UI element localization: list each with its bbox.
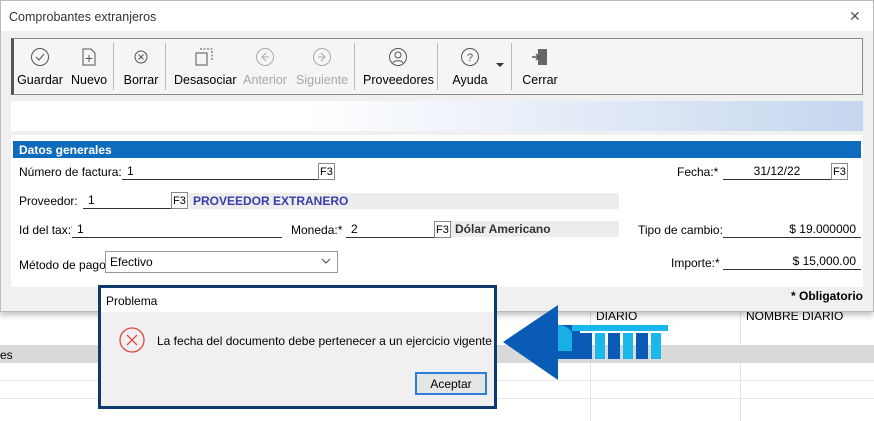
dialog-message: La fecha del documento debe pertenecer a… (157, 334, 492, 348)
metodo-pago-select[interactable]: Efectivo (105, 251, 338, 273)
cerrar-label: Cerrar (522, 73, 558, 87)
ayuda-dropdown-icon[interactable] (496, 63, 504, 67)
new-document-icon (82, 48, 96, 66)
numero-factura-label: Número de factura:* (19, 165, 127, 179)
help-circle-icon: ? (461, 48, 479, 66)
cerrar-button[interactable]: Cerrar (520, 39, 560, 94)
title-bar: Comprobantes extranjeros ✕ (1, 1, 873, 31)
unlink-icon (195, 48, 213, 66)
section-datos-generales: Datos generales (13, 141, 861, 158)
gradient-banner (11, 101, 863, 131)
guardar-button[interactable]: Guardar (17, 39, 63, 94)
moneda-f3-button[interactable]: F3 (434, 221, 451, 238)
moneda-label: Moneda:* (291, 223, 343, 237)
error-icon (119, 327, 145, 353)
close-icon[interactable]: ✕ (849, 8, 861, 25)
fecha-f3-button[interactable]: F3 (831, 163, 848, 180)
toolbar-separator (113, 43, 114, 90)
toolbar-separator (437, 43, 438, 90)
delete-circle-icon (134, 50, 148, 64)
tipo-cambio-input[interactable]: $ 19.000000 (723, 221, 861, 238)
importe-input[interactable]: $ 15,000.00 (723, 253, 861, 270)
proveedor-description: PROVEEDOR EXTRANERO (189, 193, 619, 209)
anterior-button[interactable]: Anterior (242, 39, 288, 94)
desasociar-label: Desasociar (174, 73, 237, 87)
fecha-label: Fecha:* (677, 165, 719, 179)
dialog-title: Problema (106, 294, 158, 308)
idtax-input[interactable]: 1 (72, 221, 282, 238)
dialog-title-bar: Problema (101, 288, 494, 312)
numero-factura-input[interactable]: 1 (122, 163, 318, 180)
exit-door-icon (532, 49, 547, 65)
moneda-input[interactable]: 2 (346, 221, 434, 238)
chevron-down-icon (321, 258, 331, 264)
toolbar-separator (511, 43, 512, 90)
comprobantes-window: Comprobantes extranjeros ✕ Guardar Nuevo… (0, 0, 874, 312)
nuevo-button[interactable]: Nuevo (71, 39, 107, 94)
importe-label: Importe:* (671, 256, 720, 270)
metodo-pago-label: Método de pago: (19, 258, 110, 272)
metodo-pago-value: Efectivo (110, 255, 153, 269)
check-circle-icon (31, 48, 49, 66)
moneda-description: Dólar Americano (451, 221, 619, 237)
proveedor-f3-button[interactable]: F3 (171, 192, 188, 209)
siguiente-label: Siguiente (296, 73, 349, 87)
toolbar-separator (354, 43, 355, 90)
proveedores-button[interactable]: Proveedores (363, 39, 434, 94)
obligatorio-note: * Obligatorio (791, 289, 863, 303)
siguiente-button[interactable]: Siguiente (296, 39, 348, 94)
guardar-label: Guardar (17, 73, 63, 87)
borrar-label: Borrar (123, 73, 159, 87)
idtax-label: Id del tax:* (19, 223, 76, 237)
nuevo-label: Nuevo (71, 73, 108, 87)
numero-factura-f3-button[interactable]: F3 (318, 163, 335, 180)
anterior-label: Anterior (243, 73, 287, 87)
tipo-cambio-label: Tipo de cambio: (638, 223, 723, 237)
ayuda-label: Ayuda (452, 73, 488, 87)
arrow-left-circle-icon (256, 48, 274, 66)
desasociar-button[interactable]: Desasociar (174, 39, 237, 94)
svg-text:?: ? (467, 52, 473, 64)
window-title: Comprobantes extranjeros (9, 10, 157, 24)
problema-dialog: Problema La fecha del documento debe per… (98, 285, 497, 409)
proveedores-label: Proveedores (363, 73, 434, 87)
grid-group-label: es (0, 348, 13, 362)
arrow-annotation-icon (503, 305, 668, 380)
user-circle-icon (389, 48, 407, 66)
borrar-button[interactable]: Borrar (122, 39, 160, 94)
toolbar-separator (165, 43, 166, 90)
ayuda-button[interactable]: ? Ayuda (450, 39, 490, 94)
proveedor-input[interactable]: 1 (83, 192, 171, 209)
fecha-input[interactable]: 31/12/22 (723, 163, 831, 180)
arrow-right-circle-icon (313, 48, 331, 66)
proveedor-label: Proveedor: (19, 194, 78, 208)
toolbar: Guardar Nuevo Borrar Desasociar Anterior… (11, 38, 863, 95)
grid-divider (740, 305, 741, 421)
aceptar-button[interactable]: Aceptar (415, 372, 487, 395)
